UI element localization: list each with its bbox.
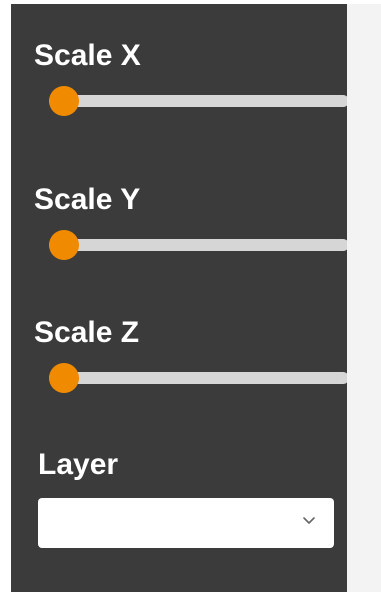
chevron-down-icon[interactable] <box>302 514 316 528</box>
scale-z-track[interactable] <box>49 372 349 384</box>
layer-label: Layer <box>38 448 119 481</box>
scale-x-slider[interactable] <box>49 86 349 116</box>
scale-x-track[interactable] <box>49 95 349 107</box>
scale-z-label: Scale Z <box>34 316 140 349</box>
scale-y-slider[interactable] <box>49 230 349 260</box>
scale-x-thumb[interactable] <box>49 86 79 116</box>
scale-z-slider[interactable] <box>49 363 349 393</box>
layer-select[interactable] <box>38 498 334 548</box>
scale-y-label: Scale Y <box>34 183 141 216</box>
scale-x-label: Scale X <box>34 39 141 72</box>
scale-z-thumb[interactable] <box>49 363 79 393</box>
app-frame: Scale X Scale Y Scale Z Layer <box>0 0 381 592</box>
content-area <box>347 4 381 592</box>
scale-y-thumb[interactable] <box>49 230 79 260</box>
scale-y-track[interactable] <box>49 239 349 251</box>
properties-panel: Scale X Scale Y Scale Z Layer <box>11 4 349 592</box>
